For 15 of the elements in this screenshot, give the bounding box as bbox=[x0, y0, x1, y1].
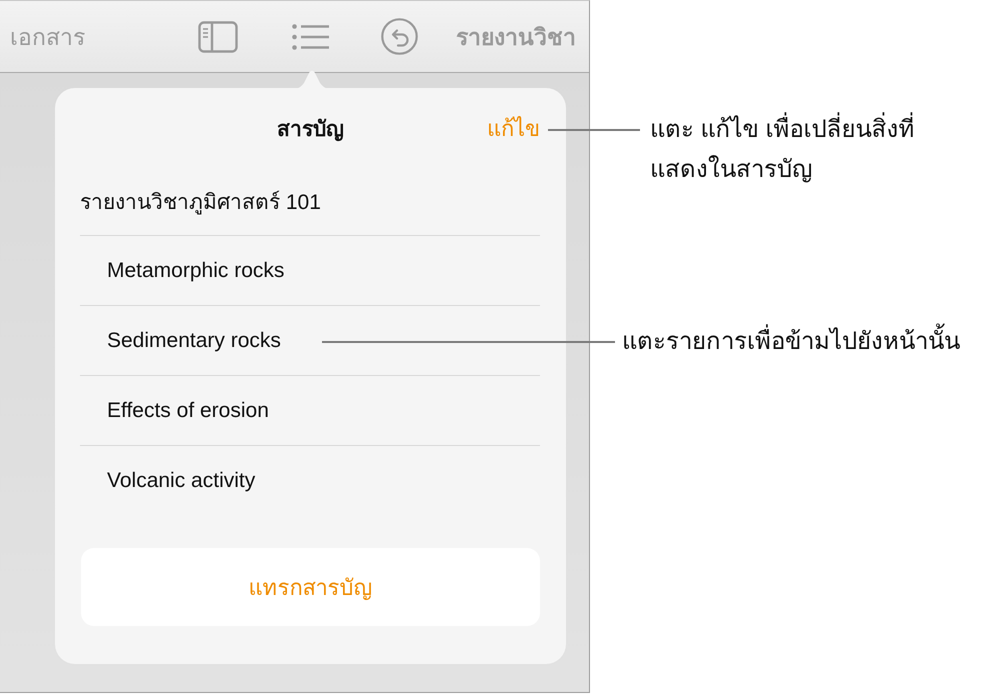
popover-title: สารบัญ bbox=[277, 116, 344, 144]
document-title: รายงานวิชา bbox=[456, 22, 576, 52]
contents-entry[interactable]: Effects of erosion bbox=[80, 398, 269, 422]
undo-button[interactable] bbox=[381, 18, 418, 55]
callout-text: แตะ แก้ไข เพื่อเปลี่ยนสิ่งที่ แสดงในสารบัญ bbox=[650, 110, 914, 190]
contents-entry[interactable]: Metamorphic rocks bbox=[80, 258, 284, 282]
callout-text: แตะรายการเพื่อข้ามไปยังหน้านั้น bbox=[622, 322, 960, 362]
sidebar-toggle-button[interactable] bbox=[198, 20, 238, 52]
contents-entry[interactable]: Sedimentary rocks bbox=[80, 328, 281, 352]
list-icon bbox=[292, 24, 329, 50]
contents-list-button[interactable] bbox=[292, 24, 329, 50]
contents-entry[interactable]: Volcanic activity bbox=[80, 469, 256, 493]
sidebar-icon bbox=[198, 20, 238, 52]
contents-entry[interactable]: รายงานวิชาภูมิศาสตร์ 101 bbox=[80, 185, 321, 218]
undo-icon bbox=[381, 18, 418, 55]
